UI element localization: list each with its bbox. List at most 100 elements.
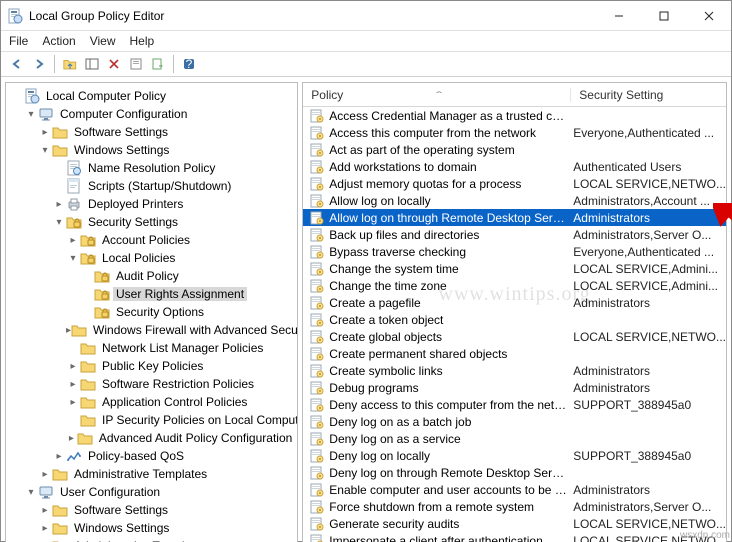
- up-one-level-button[interactable]: [60, 54, 80, 74]
- policy-row[interactable]: Change the system timeLOCAL SERVICE,Admi…: [303, 260, 726, 277]
- chevron-down-icon[interactable]: ▾: [66, 251, 80, 265]
- policy-row[interactable]: Deny log on locallySUPPORT_388945a0: [303, 447, 726, 464]
- policy-row[interactable]: Deny log on through Remote Desktop Servi…: [303, 464, 726, 481]
- policy-row[interactable]: Change the time zoneLOCAL SERVICE,Admini…: [303, 277, 726, 294]
- tree-uc-windows-settings[interactable]: ▸ Windows Settings: [10, 519, 297, 537]
- policy-security-setting: Administrators: [573, 364, 726, 378]
- toolbar-separator: [173, 55, 174, 73]
- tree-deployed-printers[interactable]: ▸ Deployed Printers: [10, 195, 297, 213]
- policy-row[interactable]: Generate security auditsLOCAL SERVICE,NE…: [303, 515, 726, 532]
- tree-policy-based-qos[interactable]: ▸ Policy-based QoS: [10, 447, 297, 465]
- policy-row[interactable]: Create symbolic linksAdministrators: [303, 362, 726, 379]
- policy-row[interactable]: Adjust memory quotas for a processLOCAL …: [303, 175, 726, 192]
- policy-row[interactable]: Create a token object: [303, 311, 726, 328]
- policy-list[interactable]: Access Credential Manager as a trusted c…: [303, 107, 726, 542]
- tree-windows-firewall[interactable]: ▸ Windows Firewall with Advanced Securit…: [10, 321, 297, 339]
- tree-advanced-audit-policy-configuration[interactable]: ▸ Advanced Audit Policy Configuration: [10, 429, 297, 447]
- chevron-right-icon[interactable]: ▸: [38, 521, 52, 535]
- chevron-right-icon[interactable]: ▸: [38, 467, 52, 481]
- policy-row[interactable]: Debug programsAdministrators: [303, 379, 726, 396]
- tree-local-policies[interactable]: ▾ Local Policies: [10, 249, 297, 267]
- policy-row[interactable]: Create a pagefileAdministrators: [303, 294, 726, 311]
- policy-row[interactable]: Deny log on as a service: [303, 430, 726, 447]
- chevron-right-icon[interactable]: ▸: [66, 233, 80, 247]
- delete-button[interactable]: [104, 54, 124, 74]
- menu-action[interactable]: Action: [42, 34, 75, 48]
- tree-uc-software-settings[interactable]: ▸ Software Settings: [10, 501, 297, 519]
- column-security-setting[interactable]: Security Setting: [571, 88, 726, 102]
- chevron-right-icon[interactable]: ▸: [52, 449, 66, 463]
- policy-row[interactable]: Impersonate a client after authenticatio…: [303, 532, 726, 542]
- policy-row[interactable]: Deny access to this computer from the ne…: [303, 396, 726, 413]
- policy-row[interactable]: Access Credential Manager as a trusted c…: [303, 107, 726, 124]
- policy-row[interactable]: Create global objectsLOCAL SERVICE,NETWO…: [303, 328, 726, 345]
- tree-name-resolution-policy[interactable]: Name Resolution Policy: [10, 159, 297, 177]
- tree-public-key-policies[interactable]: ▸ Public Key Policies: [10, 357, 297, 375]
- chevron-right-icon[interactable]: ▸: [38, 125, 52, 139]
- policy-row[interactable]: Act as part of the operating system: [303, 141, 726, 158]
- tree-software-restriction-policies[interactable]: ▸ Software Restriction Policies: [10, 375, 297, 393]
- policy-row[interactable]: Create permanent shared objects: [303, 345, 726, 362]
- policy-name: Change the time zone: [329, 279, 573, 293]
- tree-user-rights-assignment[interactable]: User Rights Assignment: [10, 285, 297, 303]
- policy-item-icon: [309, 499, 325, 515]
- tree-windows-settings[interactable]: ▾ Windows Settings: [10, 141, 297, 159]
- tree-administrative-templates[interactable]: ▸ Administrative Templates: [10, 465, 297, 483]
- tree-user-configuration[interactable]: ▾ User Configuration: [10, 483, 297, 501]
- tree-security-settings[interactable]: ▾ Security Settings: [10, 213, 297, 231]
- policy-security-setting: LOCAL SERVICE,NETWO...: [573, 534, 726, 542]
- help-button[interactable]: ?: [179, 54, 199, 74]
- menu-file[interactable]: File: [9, 34, 28, 48]
- policy-row[interactable]: Force shutdown from a remote systemAdmin…: [303, 498, 726, 515]
- tree-ip-security-policies[interactable]: IP Security Policies on Local Computer: [10, 411, 297, 429]
- chevron-down-icon[interactable]: ▾: [24, 485, 38, 499]
- column-policy[interactable]: Policy: [303, 88, 571, 102]
- maximize-button[interactable]: [641, 1, 686, 30]
- export-list-button[interactable]: [148, 54, 168, 74]
- chevron-down-icon[interactable]: ▾: [24, 107, 38, 121]
- policy-row[interactable]: Enable computer and user accounts to be …: [303, 481, 726, 498]
- policy-row[interactable]: Deny log on as a batch job: [303, 413, 726, 430]
- chevron-right-icon[interactable]: ▸: [66, 395, 80, 409]
- policy-row[interactable]: Allow log on through Remote Desktop Serv…: [303, 209, 726, 226]
- chevron-right-icon[interactable]: ▸: [66, 359, 80, 373]
- tree-label: Policy-based QoS: [85, 449, 187, 463]
- policy-item-icon: [309, 380, 325, 396]
- minimize-button[interactable]: [596, 1, 641, 30]
- show-hide-tree-button[interactable]: [82, 54, 102, 74]
- tree-network-list-manager-policies[interactable]: Network List Manager Policies: [10, 339, 297, 357]
- policy-item-icon: [309, 295, 325, 311]
- chevron-right-icon[interactable]: ▸: [38, 503, 52, 517]
- tree-uc-administrative-templates[interactable]: ▸ Administrative Templates: [10, 537, 297, 542]
- policy-row[interactable]: Bypass traverse checkingEveryone,Authent…: [303, 243, 726, 260]
- policy-row[interactable]: Access this computer from the networkEve…: [303, 124, 726, 141]
- nav-back-button[interactable]: [7, 54, 27, 74]
- chevron-down-icon[interactable]: ▾: [52, 215, 66, 229]
- close-button[interactable]: [686, 1, 731, 30]
- policy-row[interactable]: Back up files and directoriesAdministrat…: [303, 226, 726, 243]
- nav-forward-button[interactable]: [29, 54, 49, 74]
- menu-view[interactable]: View: [90, 34, 116, 48]
- tree-scripts[interactable]: Scripts (Startup/Shutdown): [10, 177, 297, 195]
- folder-icon: [71, 322, 87, 338]
- tree-label: Computer Configuration: [57, 107, 190, 121]
- policy-item-icon: [309, 448, 325, 464]
- expander-icon[interactable]: [10, 89, 24, 103]
- tree-account-policies[interactable]: ▸ Account Policies: [10, 231, 297, 249]
- chevron-right-icon[interactable]: ▸: [52, 197, 66, 211]
- chevron-down-icon[interactable]: ▾: [38, 143, 52, 157]
- chevron-right-icon[interactable]: ▸: [66, 431, 77, 445]
- policy-row[interactable]: Allow log on locallyAdministrators,Accou…: [303, 192, 726, 209]
- tree-software-settings[interactable]: ▸ Software Settings: [10, 123, 297, 141]
- tree-computer-configuration[interactable]: ▾ Computer Configuration: [10, 105, 297, 123]
- tree-application-control-policies[interactable]: ▸ Application Control Policies: [10, 393, 297, 411]
- policy-tree[interactable]: Local Computer Policy ▾ Computer Configu…: [6, 83, 297, 542]
- policy-icon: [66, 160, 82, 176]
- menu-help[interactable]: Help: [130, 34, 155, 48]
- tree-security-options[interactable]: Security Options: [10, 303, 297, 321]
- tree-root[interactable]: Local Computer Policy: [10, 87, 297, 105]
- chevron-right-icon[interactable]: ▸: [66, 377, 80, 391]
- policy-row[interactable]: Add workstations to domainAuthenticated …: [303, 158, 726, 175]
- properties-button[interactable]: [126, 54, 146, 74]
- tree-audit-policy[interactable]: Audit Policy: [10, 267, 297, 285]
